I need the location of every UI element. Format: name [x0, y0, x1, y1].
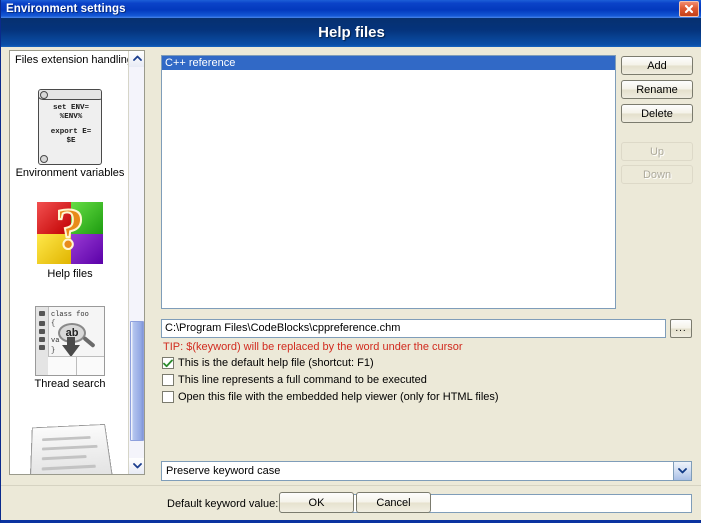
environment-settings-dialog: Environment settings Help files Files ex… — [0, 0, 701, 523]
sidebar-item-label-help-files: Help files — [47, 268, 93, 280]
up-button[interactable]: Up — [621, 142, 693, 161]
settings-category-list[interactable]: Files extension handling set ENV= %ENV% … — [9, 50, 145, 475]
cancel-button[interactable]: Cancel — [356, 492, 431, 513]
checkbox-label-default-help-file: This is the default help file (shortcut:… — [178, 357, 374, 369]
ok-button[interactable]: OK — [279, 492, 354, 513]
dialog-content: Files extension handling set ENV= %ENV% … — [1, 47, 701, 520]
sidebar-item-help-files[interactable]: ? Help files — [10, 195, 130, 280]
keyword-case-combobox[interactable]: Preserve keyword case — [161, 461, 692, 481]
document-page-icon — [29, 424, 113, 474]
scroll-document-icon: set ENV= %ENV% export E= $E — [38, 89, 102, 165]
browse-button[interactable]: ... — [670, 319, 692, 338]
thread-code-line-3: va — [51, 337, 60, 345]
env-icon-line-3: export E= — [50, 128, 92, 136]
chevron-down-icon — [132, 460, 142, 472]
down-button[interactable]: Down — [621, 165, 693, 184]
chevron-up-icon — [132, 53, 142, 65]
question-glyph: ? — [55, 195, 86, 262]
page-header: Help files — [1, 18, 701, 47]
sidebar-scrollbar[interactable] — [128, 51, 144, 474]
checkbox-full-command[interactable]: This line represents a full command to b… — [162, 374, 427, 386]
close-button[interactable] — [679, 1, 699, 17]
checkbox-box-unchecked[interactable] — [162, 391, 174, 403]
question-mark-cube-icon: ? — [33, 195, 107, 266]
sidebar-item-label-thread-search: Thread search — [34, 378, 106, 390]
checkbox-embedded-viewer[interactable]: Open this file with the embedded help vi… — [162, 391, 499, 403]
sidebar-item-partial[interactable] — [10, 423, 130, 474]
delete-button[interactable]: Delete — [621, 104, 693, 123]
checkbox-label-full-command: This line represents a full command to b… — [178, 374, 427, 386]
sidebar-scroll-thumb[interactable] — [130, 321, 144, 441]
combobox-dropdown-button[interactable] — [673, 462, 691, 480]
sidebar-item-label-environment-variables: Environment variables — [15, 167, 125, 179]
keyword-case-value: Preserve keyword case — [166, 465, 281, 477]
default-keyword-label: Default keyword value: — [167, 498, 279, 510]
add-button[interactable]: Add — [621, 56, 693, 75]
checkbox-box-checked[interactable] — [162, 357, 174, 369]
env-icon-line-2: %ENV% — [59, 113, 83, 121]
magnifier-code-icon: class foo { va } ab — [35, 306, 105, 376]
thread-code-line-4: } — [51, 347, 56, 355]
thread-code-line-1: class foo — [51, 311, 89, 319]
env-icon-line-1: set ENV= — [52, 104, 89, 112]
list-item[interactable]: C++ reference — [162, 56, 615, 70]
checkbox-label-embedded-viewer: Open this file with the embedded help vi… — [178, 391, 499, 403]
checkmark-icon — [163, 359, 173, 368]
sidebar-item-thread-search[interactable]: class foo { va } ab Thread search — [10, 306, 130, 390]
page-title: Help files — [318, 24, 385, 41]
window-title: Environment settings — [6, 3, 126, 15]
keyword-tip-text: TIP: $(keyword) will be replaced by the … — [163, 341, 463, 353]
sidebar-title: Files extension handling — [15, 54, 134, 66]
help-file-path-input[interactable]: C:\Program Files\CodeBlocks\cppreference… — [161, 319, 666, 338]
thread-code-line-2: { — [51, 320, 56, 328]
checkbox-box-unchecked[interactable] — [162, 374, 174, 386]
checkbox-default-help-file[interactable]: This is the default help file (shortcut:… — [162, 357, 374, 369]
help-files-listbox[interactable]: C++ reference — [161, 55, 616, 309]
title-bar: Environment settings — [1, 0, 701, 18]
env-icon-line-4: $E — [66, 137, 76, 145]
sidebar-scroll-up-button[interactable] — [129, 51, 144, 67]
close-icon — [684, 4, 694, 14]
chevron-down-icon — [678, 465, 687, 477]
rename-button[interactable]: Rename — [621, 80, 693, 99]
sidebar-item-environment-variables[interactable]: set ENV= %ENV% export E= $E Environment … — [10, 89, 130, 179]
sidebar-scroll-down-button[interactable] — [129, 458, 144, 474]
footer-divider — [1, 485, 701, 486]
